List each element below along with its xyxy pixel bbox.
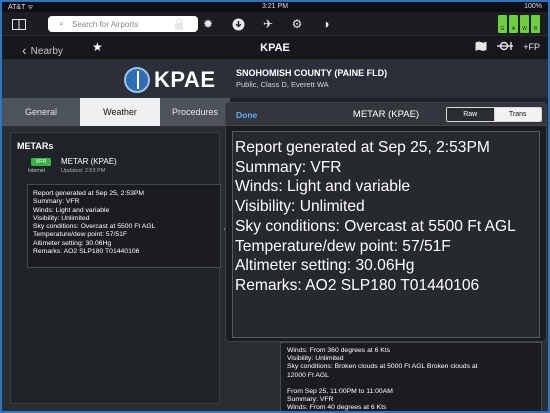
popover-header: Done METAR (KPAE) Raw Trans <box>226 103 546 126</box>
vfr-badge: VFR <box>31 158 51 166</box>
metar-detail-text: Report generated at Sep 25, 2:53PM Summa… <box>232 131 540 338</box>
metar-line: Temperature/dew point: 57/51F <box>33 231 128 239</box>
raw-segment[interactable]: Raw <box>447 108 495 121</box>
taf-line: From Sep 25, 11:00PM to 11:00AM <box>287 388 393 396</box>
metar-line: Summary: VFR <box>33 198 80 206</box>
taf-summary-box[interactable]: Winds: From 360 degrees at 6 Kts Visibil… <box>280 342 542 412</box>
lock-icon[interactable] <box>170 15 188 33</box>
battery-label: 100% <box>524 3 542 10</box>
metars-title: METARs <box>17 141 54 151</box>
detail-line: Summary: VFR <box>235 158 342 176</box>
airport-name: SNOHOMISH COUNTY (PAINE FLD) <box>236 68 388 78</box>
detail-line: Remarks: AO2 SLP180 T01440106 <box>235 276 480 294</box>
detail-line: Winds: Light and variable <box>235 178 411 196</box>
raw-trans-toggle: Raw Trans <box>446 107 542 122</box>
metar-line: Report generated at Sep 25, 2:53PM <box>33 190 145 197</box>
gps-indicator: G <box>498 15 507 33</box>
trans-segment[interactable]: Trans <box>494 108 541 121</box>
taf-line: Winds: From 360 degrees at 6 Kts <box>287 347 391 354</box>
gear-icon[interactable]: ⚙ <box>288 15 306 33</box>
taf-line: Summary: VFR <box>287 396 334 404</box>
brightness-icon[interactable]: ✹ <box>199 15 217 33</box>
device-status-indicators[interactable]: G A W B <box>498 15 540 33</box>
route-icon[interactable] <box>497 41 514 53</box>
page-title: KPAE <box>260 42 290 54</box>
taf-line: 12000 Ft AGL <box>287 371 329 379</box>
detail-line: Visibility: Unlimited <box>235 198 365 216</box>
metar-line: Sky conditions: Overcast at 5500 Ft AGL <box>33 223 156 231</box>
add-fp-button[interactable]: +FP <box>523 42 540 52</box>
airport-header: KPAE SNOHOMISH COUNTY (PAINE FLD) Public… <box>2 60 548 98</box>
taf-line <box>287 380 535 388</box>
detail-line: Sky conditions: Overcast at 5500 Ft AGL <box>235 217 516 235</box>
tab-procedures[interactable]: Procedures <box>160 98 230 126</box>
search-icon: ⌕ <box>59 18 65 28</box>
metars-card: METARs VFR Internet METAR (KPAE) Updated… <box>10 132 231 404</box>
taf-line: Winds: From 40 degrees at 6 Kts <box>287 404 387 412</box>
tab-general[interactable]: General <box>2 98 80 126</box>
top-toolbar: ⌕ Search for Airports ✹ ✈ ⚙ ◑ G A W B <box>2 12 548 36</box>
metar-popover: Done METAR (KPAE) Raw Trans Report gener… <box>225 102 547 342</box>
source-label: Internet <box>28 168 45 174</box>
app-window: AT&T ᯤ 3:21 PM 100% ⌕ Search for Airport… <box>0 0 550 413</box>
airport-runway-icon <box>124 67 150 93</box>
taf-line: Visibility: Unlimited <box>287 355 344 363</box>
ahrs-indicator: A <box>509 15 518 33</box>
search-placeholder: Search for Airports <box>72 19 139 29</box>
status-bar: AT&T ᯤ 3:21 PM 100% <box>2 2 548 12</box>
metar-line: Winds: Light and variable <box>33 206 110 214</box>
metar-updated-time: Updated: 2:53 PM <box>61 168 106 174</box>
metar-line: Altimeter setting: 30.06Hg <box>33 239 112 247</box>
detail-line: Temperature/dew point: 57/51F <box>235 237 451 255</box>
map-icon[interactable] <box>475 41 487 53</box>
detail-line: Altimeter setting: 30.06Hg <box>235 257 415 275</box>
metar-line: Remarks: AO2 SLP180 T01440106 <box>33 248 140 256</box>
metar-row-title[interactable]: METAR (KPAE) <box>61 157 117 166</box>
download-icon[interactable] <box>229 15 247 33</box>
status-time: 3:21 PM <box>261 3 289 10</box>
airport-code: KPAE <box>154 67 216 92</box>
taf-line: Sky conditions: Broken clouds at 5000 Ft… <box>287 363 478 371</box>
contrast-icon[interactable]: ◑ <box>317 15 335 33</box>
metar-summary-box[interactable]: Report generated at Sep 25, 2:53PM Summa… <box>27 184 221 268</box>
navigation-bar: ‹ Nearby ★ KPAE +FP <box>2 36 548 60</box>
split-view-icon[interactable] <box>10 15 28 33</box>
tab-weather[interactable]: Weather <box>80 98 160 126</box>
detail-line: Report generated at Sep 25, 2:53PM <box>235 139 490 156</box>
metar-line: Visibility: Unlimited <box>33 214 90 222</box>
battery-indicator: B <box>531 15 540 33</box>
weather-indicator: W <box>520 15 529 33</box>
airplane-icon[interactable]: ✈ <box>259 15 277 33</box>
nav-actions: +FP <box>475 41 540 53</box>
airport-subtitle: Public, Class D, Everett WA <box>236 80 329 89</box>
